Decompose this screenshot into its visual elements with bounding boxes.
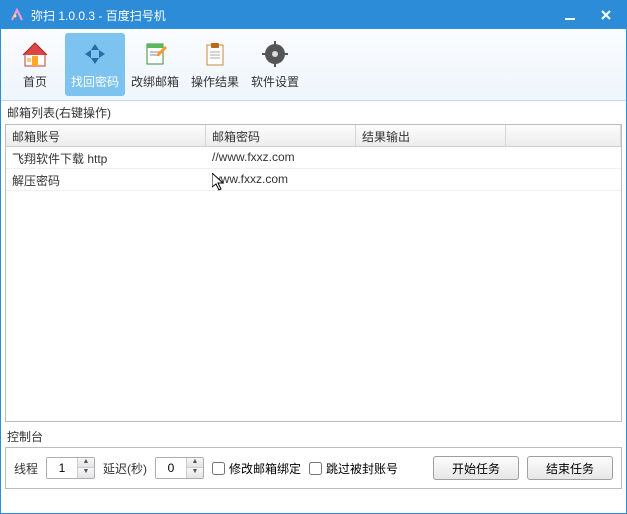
table-caption: 邮箱列表(右键操作)	[1, 101, 626, 124]
column-header-password[interactable]: 邮箱密码	[206, 125, 356, 146]
app-icon	[9, 7, 25, 23]
tab-home[interactable]: 首页	[5, 33, 65, 96]
tab-label: 软件设置	[251, 73, 299, 90]
edit-doc-icon	[140, 39, 170, 69]
column-header-empty[interactable]	[506, 125, 621, 146]
window-title: 弥扫 1.0.0.3 - 百度扫号机	[31, 7, 558, 24]
delay-up[interactable]: ▲	[187, 458, 203, 468]
tab-label: 首页	[23, 73, 47, 90]
tab-find-password[interactable]: 找回密码	[65, 33, 125, 96]
control-panel: 线程 ▲ ▼ 延迟(秒) ▲ ▼ 修改邮箱绑定 跳过被封账号 开始任务 结束任务	[5, 447, 622, 489]
threads-up[interactable]: ▲	[78, 458, 94, 468]
delay-label: 延迟(秒)	[103, 460, 147, 477]
start-button[interactable]: 开始任务	[433, 456, 519, 480]
cell-account: 飞翔软件下载 http	[6, 147, 206, 168]
cell-password: www.fxxz.com	[206, 169, 356, 190]
clipboard-icon	[200, 39, 230, 69]
checkbox-modify-email[interactable]: 修改邮箱绑定	[212, 460, 301, 477]
cell-result	[356, 147, 506, 168]
threads-label: 线程	[14, 460, 38, 477]
checkbox-modify-input[interactable]	[212, 462, 225, 475]
tab-label: 操作结果	[191, 73, 239, 90]
tab-change-email[interactable]: 改绑邮箱	[125, 33, 185, 96]
table-header: 邮箱账号 邮箱密码 结果输出	[6, 125, 621, 147]
cell-password: //www.fxxz.com	[206, 147, 356, 168]
toolbar: 首页 找回密码 改绑邮箱 操作结果 软件设置	[1, 29, 626, 101]
control-caption: 控制台	[1, 426, 626, 447]
threads-spinner[interactable]: ▲ ▼	[46, 457, 95, 479]
checkbox-skip-banned[interactable]: 跳过被封账号	[309, 460, 398, 477]
column-header-account[interactable]: 邮箱账号	[6, 125, 206, 146]
tab-label: 改绑邮箱	[131, 73, 179, 90]
table-row[interactable]: 解压密码 www.fxxz.com	[6, 169, 621, 191]
threads-input[interactable]	[47, 458, 77, 478]
gear-icon	[260, 39, 290, 69]
cell-result	[356, 169, 506, 190]
checkbox-skip-label: 跳过被封账号	[326, 460, 398, 477]
checkbox-skip-input[interactable]	[309, 462, 322, 475]
tab-settings[interactable]: 软件设置	[245, 33, 305, 96]
email-table: 邮箱账号 邮箱密码 结果输出 飞翔软件下载 http //www.fxxz.co…	[5, 124, 622, 422]
titlebar: 弥扫 1.0.0.3 - 百度扫号机	[1, 1, 626, 29]
tab-results[interactable]: 操作结果	[185, 33, 245, 96]
minimize-button[interactable]	[558, 3, 582, 27]
tab-label: 找回密码	[71, 73, 119, 90]
close-button[interactable]	[594, 3, 618, 27]
threads-down[interactable]: ▼	[78, 468, 94, 478]
table-row[interactable]: 飞翔软件下载 http //www.fxxz.com	[6, 147, 621, 169]
column-header-result[interactable]: 结果输出	[356, 125, 506, 146]
stop-button[interactable]: 结束任务	[527, 456, 613, 480]
home-icon	[20, 39, 50, 69]
arrows-icon	[80, 39, 110, 69]
checkbox-modify-label: 修改邮箱绑定	[229, 460, 301, 477]
cell-account: 解压密码	[6, 169, 206, 190]
delay-spinner[interactable]: ▲ ▼	[155, 457, 204, 479]
delay-down[interactable]: ▼	[187, 468, 203, 478]
delay-input[interactable]	[156, 458, 186, 478]
table-body: 飞翔软件下载 http //www.fxxz.com 解压密码 www.fxxz…	[6, 147, 621, 191]
